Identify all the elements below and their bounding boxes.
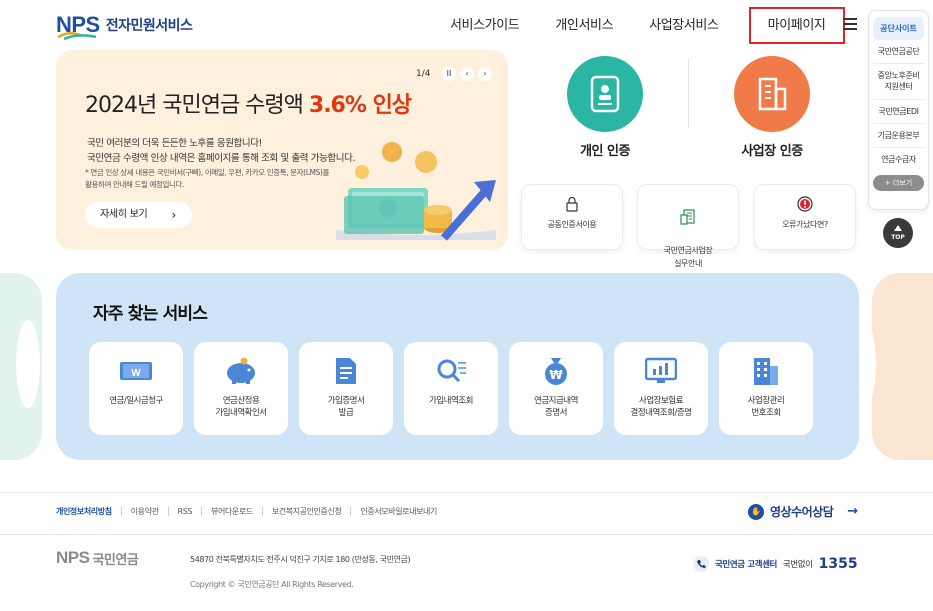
site-logo[interactable]: NPS 전자민원서비스 xyxy=(56,12,193,41)
personal-auth-label: 개인 인증 xyxy=(580,144,630,159)
banner-detail-button[interactable]: 자세히 보기 › xyxy=(85,202,192,228)
banner-pager: 1/4 xyxy=(416,69,431,79)
warning-icon xyxy=(797,196,813,212)
banner-title-highlight: 3.6% 인상 xyxy=(308,93,412,118)
nav-mypage[interactable]: 마이페이지 xyxy=(748,7,845,44)
footer-link-rss[interactable]: RSS xyxy=(167,507,202,516)
footer-link-terms[interactable]: 이용약관 xyxy=(120,507,168,516)
service-join-certificate[interactable]: 가입증명서 발급 xyxy=(299,342,393,435)
money-bag-icon: ₩ xyxy=(539,356,573,386)
call-center-number: 1355 xyxy=(818,556,858,572)
footer-logo: NPS 국민연금 xyxy=(56,548,139,568)
banner-title: 2024년 국민연금 수령액 3.6% 인상 xyxy=(85,93,412,118)
logo-swoosh-icon xyxy=(57,32,97,41)
tile-certificate[interactable]: 공동인증서이용 xyxy=(521,184,623,250)
service-join-history[interactable]: 가입내역조회 xyxy=(404,342,498,435)
band-right-decoration xyxy=(872,273,933,460)
service-pension-claim[interactable]: W 연금/일시금청구 xyxy=(89,342,183,435)
id-card-icon xyxy=(567,56,643,132)
service-payment-certificate[interactable]: ₩ 연금지급내역 증명서 xyxy=(509,342,603,435)
quick-item-nps[interactable]: 국민연금공단 xyxy=(873,40,924,65)
tile-business-guide[interactable]: 국민연금사업장 실무안내 xyxy=(637,184,739,268)
building-icon xyxy=(749,356,783,386)
banner-prev-button[interactable]: ‹ xyxy=(460,67,474,81)
quick-item-retirement-center[interactable]: 중앙노후준비 지원센터 xyxy=(873,64,924,100)
lock-icon xyxy=(566,196,578,212)
banner-pause-button[interactable]: II xyxy=(442,67,456,81)
video-sign-counsel-link[interactable]: ✋ 영상수어상담 → xyxy=(748,503,858,520)
arrow-right-icon: → xyxy=(847,504,858,519)
tile-error-help[interactable]: 오류가났다면? xyxy=(754,184,856,250)
section-title: 자주 찾는 서비스 xyxy=(93,304,208,324)
nav-service-guide[interactable]: 서비스가이드 xyxy=(432,16,537,36)
quick-more-button[interactable]: + 더보기 xyxy=(873,175,924,192)
footer-link-viewer[interactable]: 뷰어다운로드 xyxy=(201,507,262,516)
frequent-services-section: 자주 찾는 서비스 W 연금/일시금청구 연금산정용 가입내역확인서 가입증명서… xyxy=(56,273,859,460)
building-auth-icon xyxy=(734,56,810,132)
pension-claim-icon: W xyxy=(119,356,153,386)
chevron-right-icon: › xyxy=(171,208,177,222)
quick-item-edi[interactable]: 국민연금EDI xyxy=(873,100,924,124)
search-list-icon xyxy=(434,356,468,386)
banner-note: * 연금 인상 상세 내용은 국민비서(구삐), 이메일, 우편, 카카오 인증… xyxy=(85,168,329,189)
piggy-bank-icon xyxy=(224,356,258,386)
footer-link-cert-export[interactable]: 인증서모바일로내보내기 xyxy=(350,507,446,516)
main-banner: 1/4 II ‹ › 2024년 국민연금 수령액 3.6% 인상 국민 여러분… xyxy=(56,50,508,250)
footer-divider xyxy=(0,492,933,493)
footer-divider-2 xyxy=(0,534,933,535)
quick-item-fund[interactable]: 기금운용본부 xyxy=(873,124,924,148)
service-business-premium[interactable]: 사업장보험료 결정내역조회/증명 xyxy=(614,342,708,435)
nps-logo-mark: NPS xyxy=(56,12,100,41)
service-pension-history[interactable]: 연금산정용 가입내역확인서 xyxy=(194,342,288,435)
quick-menu-title[interactable]: 공단사이트 xyxy=(873,17,924,40)
main-nav: 서비스가이드 개인서비스 사업장서비스 마이페이지 xyxy=(432,7,845,44)
scroll-top-button[interactable]: TOP xyxy=(883,218,913,248)
footer-link-cert-request[interactable]: 보건복지공인인증신청 xyxy=(261,507,351,516)
personal-auth[interactable]: 개인 인증 xyxy=(545,56,665,159)
footer-link-privacy[interactable]: 개인정보처리방침 xyxy=(56,507,121,516)
footer-links: 개인정보처리방침 이용약관 RSS 뷰어다운로드 보건복지공인인증신청 인증서모… xyxy=(56,507,446,516)
phone-icon xyxy=(693,556,709,572)
call-center: 국민연금 고객센터 국번없이 1355 xyxy=(693,556,858,572)
business-auth-label: 사업장 인증 xyxy=(741,144,803,159)
banner-description: 국민 여러분의 더욱 든든한 노후를 응원합니다! 국민연금 수령액 인상 내역… xyxy=(87,138,356,164)
service-business-number[interactable]: 사업장관리 번호조회 xyxy=(719,342,813,435)
footer-copyright: Copyright © 국민연금공단 All Rights Reserved. xyxy=(190,580,354,589)
business-auth[interactable]: 사업장 인증 xyxy=(712,56,832,159)
monitor-chart-icon xyxy=(644,356,678,386)
sign-language-icon: ✋ xyxy=(748,503,764,520)
logo-text: 전자민원서비스 xyxy=(105,18,193,34)
footer-address: 54870 전북특별자치도 전주시 덕진구 기지로 180 (만성동, 국민연금… xyxy=(190,555,411,564)
svg-text:₩: ₩ xyxy=(549,368,563,382)
quick-item-recipient[interactable]: 연금수급자 xyxy=(873,148,924,171)
money-growth-illustration xyxy=(336,142,496,241)
menu-icon[interactable] xyxy=(843,18,857,30)
document-list-icon xyxy=(680,209,695,225)
document-icon xyxy=(329,356,363,386)
svg-text:W: W xyxy=(131,368,141,379)
auth-divider xyxy=(688,58,689,128)
banner-next-button[interactable]: › xyxy=(478,67,492,81)
band-left-bubble xyxy=(16,320,40,408)
quick-menu: 공단사이트 국민연금공단 중앙노후준비 지원센터 국민연금EDI 기금운용본부 … xyxy=(868,10,929,210)
nav-business-service[interactable]: 사업장서비스 xyxy=(631,16,736,36)
nav-personal-service[interactable]: 개인서비스 xyxy=(537,16,631,36)
